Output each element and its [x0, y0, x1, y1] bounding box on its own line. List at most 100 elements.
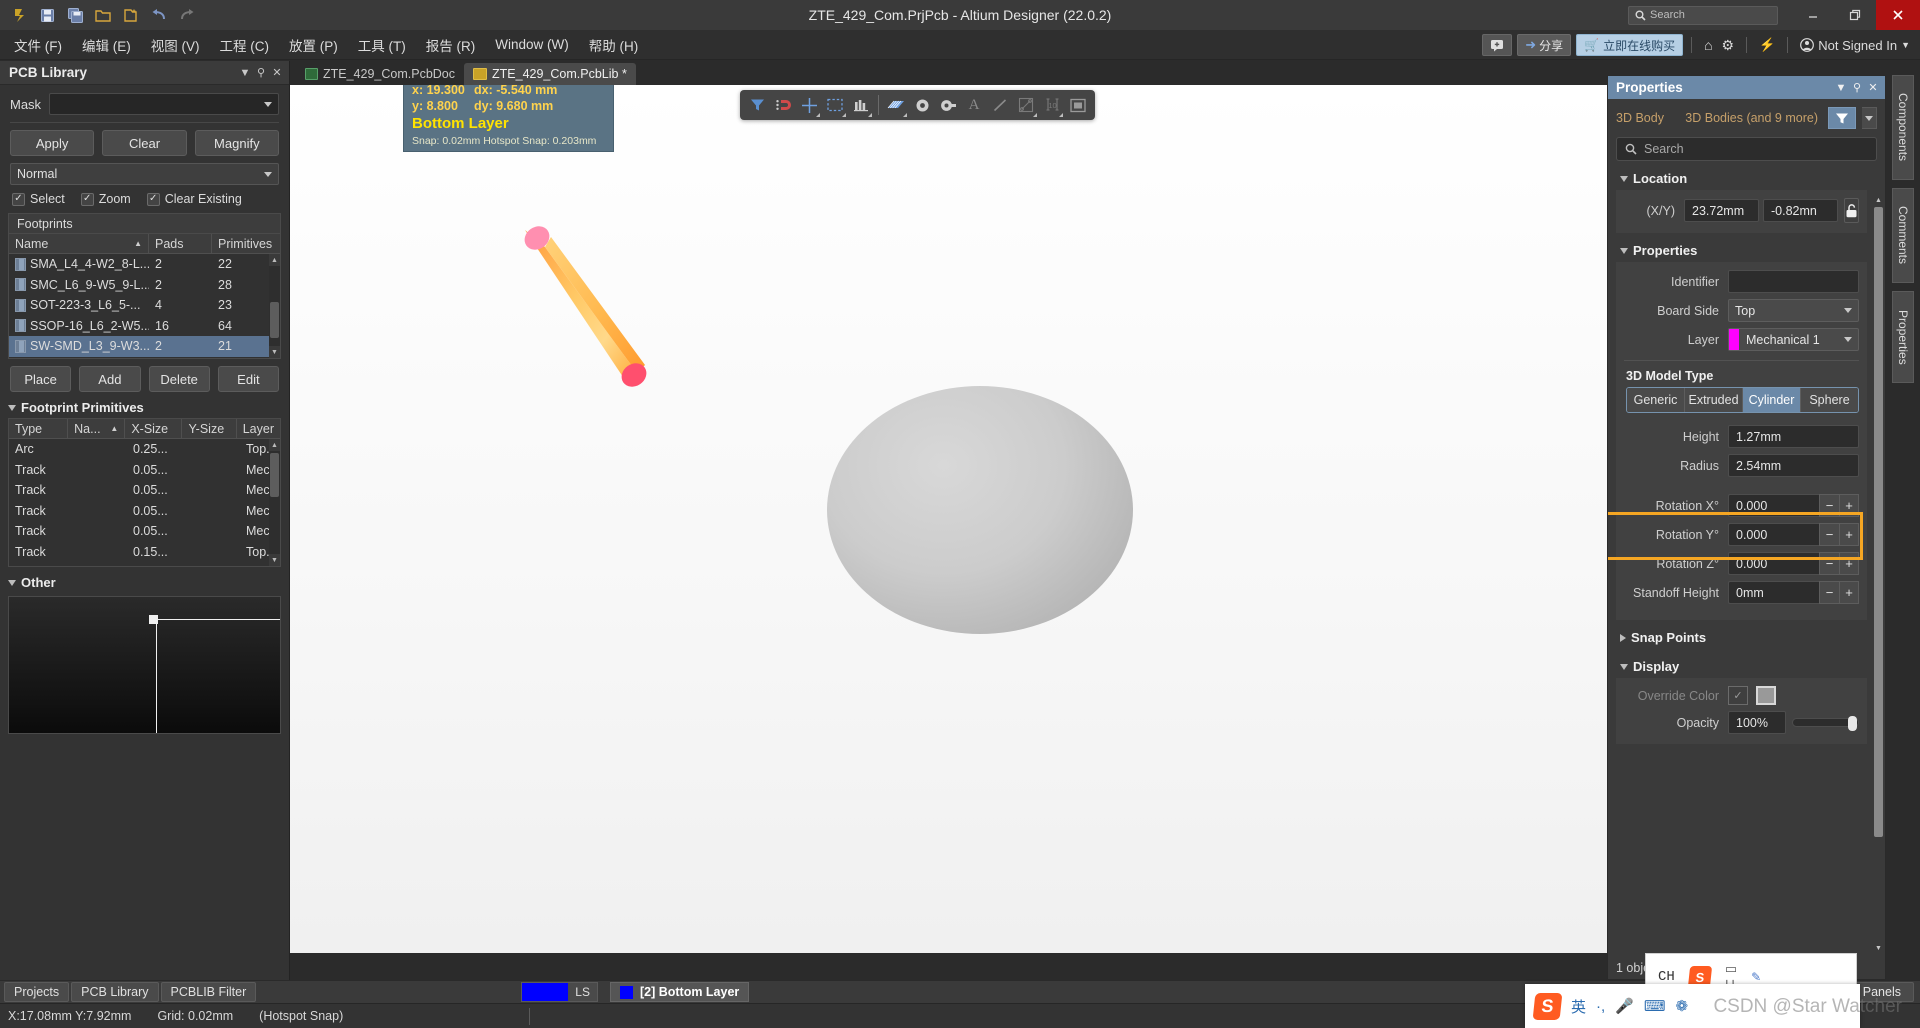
board-side-select[interactable]: Top — [1728, 299, 1859, 322]
rotation-y-input[interactable]: 0.000 — [1728, 523, 1819, 546]
location-x-input[interactable]: 23.72mm — [1684, 199, 1759, 222]
pcb-3d-canvas[interactable]: x: 19.300 dx: -5.540 mm y: 8.800 dy: 9.6… — [290, 85, 1607, 953]
dropdown-caret-icon[interactable] — [816, 113, 820, 117]
open-icon[interactable] — [90, 3, 116, 27]
scrollbar-thumb[interactable] — [1874, 207, 1883, 837]
notes-icon[interactable] — [1482, 34, 1513, 56]
altium-logo-icon[interactable] — [6, 3, 32, 27]
panel-menu-icon[interactable]: ▼ — [1833, 79, 1849, 97]
close-button[interactable] — [1876, 0, 1920, 30]
table-row[interactable]: Track 0.15 Top — [9, 562, 280, 566]
panel-pin-icon[interactable]: ⚲ — [1849, 79, 1865, 97]
properties-section-header[interactable]: Properties — [1608, 233, 1885, 262]
panel-close-icon[interactable]: ✕ — [269, 64, 285, 82]
dropdown-caret-icon[interactable] — [842, 113, 846, 117]
object-filter-button[interactable] — [1828, 107, 1856, 129]
panel-pin-icon[interactable]: ⚲ — [253, 64, 269, 82]
active-layer-chip[interactable]: [2] Bottom Layer — [609, 982, 750, 1002]
cylinder-3d-body[interactable] — [827, 386, 1133, 646]
rotation-z-increment[interactable]: + — [1839, 552, 1859, 575]
standoff-height-increment[interactable]: + — [1839, 581, 1859, 604]
minimize-button[interactable] — [1792, 0, 1834, 30]
menu-window[interactable]: Window (W) — [485, 30, 579, 60]
coordinate-icon[interactable]: 10 — [1040, 93, 1064, 117]
standoff-height-input[interactable]: 0mm — [1728, 581, 1819, 604]
edge-tab-properties[interactable]: Properties — [1892, 291, 1914, 383]
scroll-up-icon[interactable]: ▲ — [269, 439, 280, 451]
table-row[interactable]: Track 0.15... Top... — [9, 542, 280, 563]
dropdown-caret-icon[interactable] — [868, 113, 872, 117]
tab-pcblib[interactable]: ZTE_429_Com.PcbLib * — [464, 63, 636, 85]
scroll-down-icon[interactable]: ▼ — [269, 346, 280, 358]
menu-file[interactable]: 文件 (F) — [4, 30, 72, 60]
line-icon[interactable] — [988, 93, 1012, 117]
polygon-pour-icon[interactable] — [884, 93, 908, 117]
override-color-swatch[interactable] — [1756, 686, 1776, 705]
ime-punctuation-toggle[interactable]: ·, — [1596, 998, 1605, 1015]
identifier-input[interactable] — [1728, 270, 1859, 293]
cone-3d-body[interactable] — [515, 225, 715, 425]
panel-tab-pcblib-filter[interactable]: PCBLIB Filter — [160, 982, 257, 1002]
selection-rect-icon[interactable] — [823, 93, 847, 117]
column-header-type[interactable]: Type — [9, 419, 69, 438]
model-type-generic[interactable]: Generic — [1627, 388, 1685, 412]
dropdown-caret-icon[interactable] — [903, 113, 907, 117]
edge-tab-comments[interactable]: Comments — [1892, 188, 1914, 283]
microphone-icon[interactable]: 🎤 — [1615, 997, 1634, 1015]
pad-array-icon[interactable] — [849, 93, 873, 117]
height-input[interactable]: 1.27mm — [1728, 425, 1859, 448]
properties-search-input[interactable]: Search — [1616, 137, 1877, 161]
open-project-icon[interactable] — [118, 3, 144, 27]
rotation-z-input[interactable]: 0.000 — [1728, 552, 1819, 575]
ime-popup-pen-icon[interactable]: ✎ — [1751, 970, 1761, 984]
table-row[interactable]: Track 0.05... Mec... — [9, 501, 280, 522]
select-checkbox[interactable]: ✓ Select — [12, 192, 65, 206]
menu-reports[interactable]: 报告 (R) — [416, 30, 486, 60]
menu-view[interactable]: 视图 (V) — [141, 30, 210, 60]
radius-input[interactable]: 2.54mm — [1728, 454, 1859, 477]
rotation-x-decrement[interactable]: − — [1819, 494, 1839, 517]
scroll-up-icon[interactable]: ▲ — [269, 254, 280, 266]
other-section-header[interactable]: Other — [0, 567, 289, 592]
apply-button[interactable]: Apply — [10, 130, 95, 156]
table-row[interactable]: SW-SMD_L3_9-W3... 2 21 — [9, 336, 280, 357]
dropdown-caret-icon[interactable] — [1033, 113, 1037, 117]
menu-project[interactable]: 工程 (C) — [210, 30, 280, 60]
object-filter-dropdown[interactable] — [1862, 107, 1877, 129]
model-type-cylinder[interactable]: Cylinder — [1743, 388, 1801, 412]
account-button[interactable]: Not Signed In ▼ — [1796, 38, 1914, 53]
opacity-slider[interactable] — [1792, 711, 1859, 734]
share-button[interactable]: ➜ 分享 — [1517, 34, 1572, 56]
ime-tools-icon[interactable]: ❁ — [1676, 997, 1689, 1015]
zoom-checkbox[interactable]: ✓ Zoom — [80, 192, 131, 206]
table-row[interactable]: Track 0.05... Mec... — [9, 521, 280, 542]
sogou-logo-icon[interactable]: S — [1532, 992, 1563, 1020]
scroll-down-icon[interactable]: ▼ — [269, 554, 280, 566]
magnet-snap-icon[interactable] — [771, 93, 795, 117]
extensions-icon[interactable]: ⚡ — [1755, 37, 1779, 53]
table-row[interactable]: SOT-223-3_L6_5-... 4 23 — [9, 295, 280, 316]
panel-tab-projects[interactable]: Projects — [4, 982, 70, 1002]
menu-edit[interactable]: 编辑 (E) — [72, 30, 141, 60]
model-type-sphere[interactable]: Sphere — [1801, 388, 1858, 412]
dropdown-caret-icon[interactable] — [1059, 113, 1063, 117]
unlocked-padlock-icon[interactable] — [1844, 198, 1859, 223]
crosshair-place-icon[interactable] — [797, 93, 821, 117]
menu-tools[interactable]: 工具 (T) — [348, 30, 416, 60]
via-icon[interactable] — [910, 93, 934, 117]
keyboard-icon[interactable]: ⌨ — [1644, 997, 1666, 1015]
snap-points-section-header[interactable]: Snap Points — [1608, 620, 1885, 649]
primitives-scrollbar[interactable]: ▲ ▼ — [269, 439, 280, 566]
pad-icon[interactable] — [936, 93, 960, 117]
layer-set-chip[interactable]: LS — [521, 982, 598, 1002]
opacity-knob[interactable] — [1848, 716, 1857, 731]
menu-help[interactable]: 帮助 (H) — [579, 30, 649, 60]
save-all-icon[interactable] — [62, 3, 88, 27]
scroll-up-icon[interactable]: ▲ — [1874, 195, 1883, 206]
filter-icon[interactable] — [745, 93, 769, 117]
tab-pcbdoc[interactable]: ZTE_429_Com.PcbDoc — [296, 63, 464, 85]
ime-language-toggle[interactable]: 英 — [1571, 996, 1586, 1017]
model-type-extruded[interactable]: Extruded — [1685, 388, 1743, 412]
text-icon[interactable]: A — [962, 93, 986, 117]
override-color-checkbox[interactable]: ✓ — [1728, 686, 1748, 705]
